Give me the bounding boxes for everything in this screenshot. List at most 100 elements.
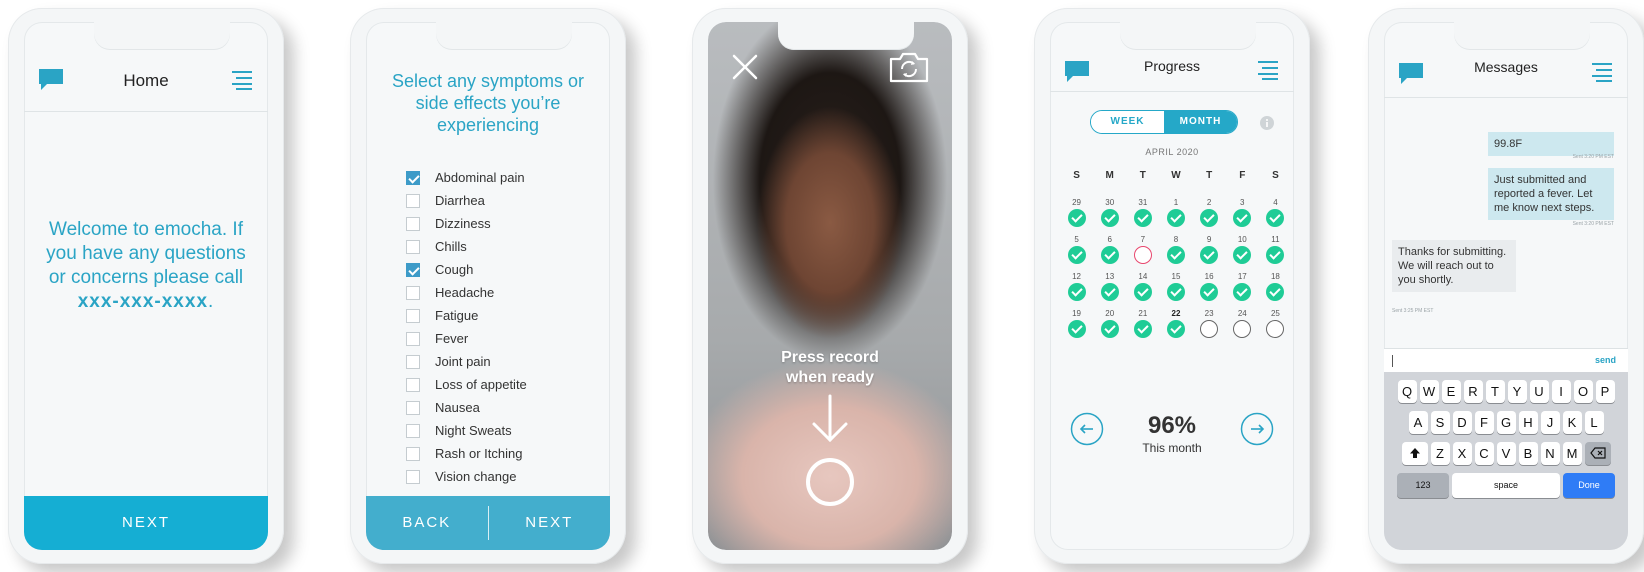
key-a[interactable]: A [1408,411,1428,434]
message-input[interactable]: send [1384,348,1628,372]
symptom-checkbox[interactable] [406,193,420,208]
calendar-day[interactable]: 3 [1226,198,1259,227]
calendar-day[interactable]: 4 [1259,198,1292,227]
key-m[interactable]: M [1562,442,1582,465]
tab-month[interactable]: MONTH [1164,111,1237,133]
key-c[interactable]: C [1474,442,1494,465]
key-o[interactable]: O [1573,380,1593,403]
send-button[interactable]: send [1595,355,1616,365]
key-z[interactable]: Z [1430,442,1450,465]
calendar-day[interactable]: 2 [1193,198,1226,227]
calendar-day[interactable]: 16 [1193,272,1226,301]
calendar-day[interactable]: 1 [1159,198,1192,227]
backspace-key[interactable] [1584,442,1611,465]
key-g[interactable]: G [1496,411,1516,434]
calendar-day[interactable]: 21 [1126,309,1159,338]
symptom-item[interactable]: Fever [406,327,527,350]
symptom-checkbox[interactable] [406,446,420,461]
symptom-checkbox[interactable] [406,469,420,484]
calendar-day[interactable]: 17 [1226,272,1259,301]
symptom-checkbox[interactable] [406,423,420,438]
key-d[interactable]: D [1452,411,1472,434]
calendar-day[interactable]: 22 [1159,309,1192,338]
key-y[interactable]: Y [1507,380,1527,403]
calendar-day[interactable]: 12 [1060,272,1093,301]
back-button[interactable]: BACK [366,496,488,550]
symptom-checkbox[interactable] [406,400,420,415]
key-f[interactable]: F [1474,411,1494,434]
symptom-checkbox[interactable] [406,216,420,231]
calendar-day[interactable]: 9 [1193,235,1226,264]
key-v[interactable]: V [1496,442,1516,465]
info-icon[interactable] [1260,116,1274,135]
calendar-day[interactable]: 25 [1259,309,1292,338]
calendar-day[interactable]: 19 [1060,309,1093,338]
menu-icon[interactable] [230,70,254,95]
shift-key[interactable] [1401,442,1428,465]
symptom-checkbox[interactable] [406,239,420,254]
key-k[interactable]: K [1562,411,1582,434]
calendar-day[interactable]: 8 [1159,235,1192,264]
space-key[interactable]: space [1452,473,1560,498]
key-l[interactable]: L [1584,411,1604,434]
symptom-checkbox[interactable] [406,170,420,185]
calendar-day[interactable]: 5 [1060,235,1093,264]
record-button[interactable] [806,458,854,506]
calendar-day[interactable]: 13 [1093,272,1126,301]
calendar-day[interactable]: 24 [1226,309,1259,338]
symptom-checkbox[interactable] [406,262,420,277]
next-button[interactable]: NEXT [24,496,268,550]
key-b[interactable]: B [1518,442,1538,465]
calendar-day[interactable]: 30 [1093,198,1126,227]
symptom-item[interactable]: Dizziness [406,212,527,235]
calendar-day[interactable]: 7 [1126,235,1159,264]
key-r[interactable]: R [1463,380,1483,403]
calendar-day[interactable]: 14 [1126,272,1159,301]
symptom-checkbox[interactable] [406,354,420,369]
calendar-day[interactable]: 29 [1060,198,1093,227]
symptom-item[interactable]: Headache [406,281,527,304]
phone-number-value[interactable]: xxx-xxx-xxxx [78,291,208,312]
close-icon[interactable] [730,52,760,87]
key-x[interactable]: X [1452,442,1472,465]
calendar-day[interactable]: 6 [1093,235,1126,264]
symptom-item[interactable]: Loss of appetite [406,373,527,396]
menu-icon[interactable] [1256,60,1280,85]
next-button[interactable]: NEXT [489,496,611,550]
key-u[interactable]: U [1529,380,1549,403]
symptom-checkbox[interactable] [406,285,420,300]
tab-week[interactable]: WEEK [1091,111,1164,133]
key-w[interactable]: W [1419,380,1439,403]
symptom-item[interactable]: Joint pain [406,350,527,373]
key-h[interactable]: H [1518,411,1538,434]
symptom-item[interactable]: Night Sweats [406,419,527,442]
symptom-checkbox[interactable] [406,377,420,392]
symptom-checkbox[interactable] [406,308,420,323]
symptom-item[interactable]: Chills [406,235,527,258]
done-key[interactable]: Done [1563,473,1615,498]
symptom-checkbox[interactable] [406,331,420,346]
symptom-item[interactable]: Vision change [406,465,527,488]
calendar-day[interactable]: 11 [1259,235,1292,264]
symptom-item[interactable]: Nausea [406,396,527,419]
arrow-right-icon[interactable] [1240,412,1274,451]
key-j[interactable]: J [1540,411,1560,434]
symptom-item[interactable]: Rash or Itching [406,442,527,465]
symptom-item[interactable]: Cough [406,258,527,281]
symptom-item[interactable]: Abdominal pain [406,166,527,189]
calendar-day[interactable]: 31 [1126,198,1159,227]
key-t[interactable]: T [1485,380,1505,403]
calendar-day[interactable]: 20 [1093,309,1126,338]
menu-icon[interactable] [1590,62,1614,87]
calendar-day[interactable]: 23 [1193,309,1226,338]
symptom-item[interactable]: Fatigue [406,304,527,327]
key-e[interactable]: E [1441,380,1461,403]
symptom-item[interactable]: Diarrhea [406,189,527,212]
key-q[interactable]: Q [1397,380,1417,403]
key-s[interactable]: S [1430,411,1450,434]
key-p[interactable]: P [1595,380,1615,403]
calendar-day[interactable]: 10 [1226,235,1259,264]
numbers-key[interactable]: 123 [1397,473,1449,498]
key-n[interactable]: N [1540,442,1560,465]
key-i[interactable]: I [1551,380,1571,403]
